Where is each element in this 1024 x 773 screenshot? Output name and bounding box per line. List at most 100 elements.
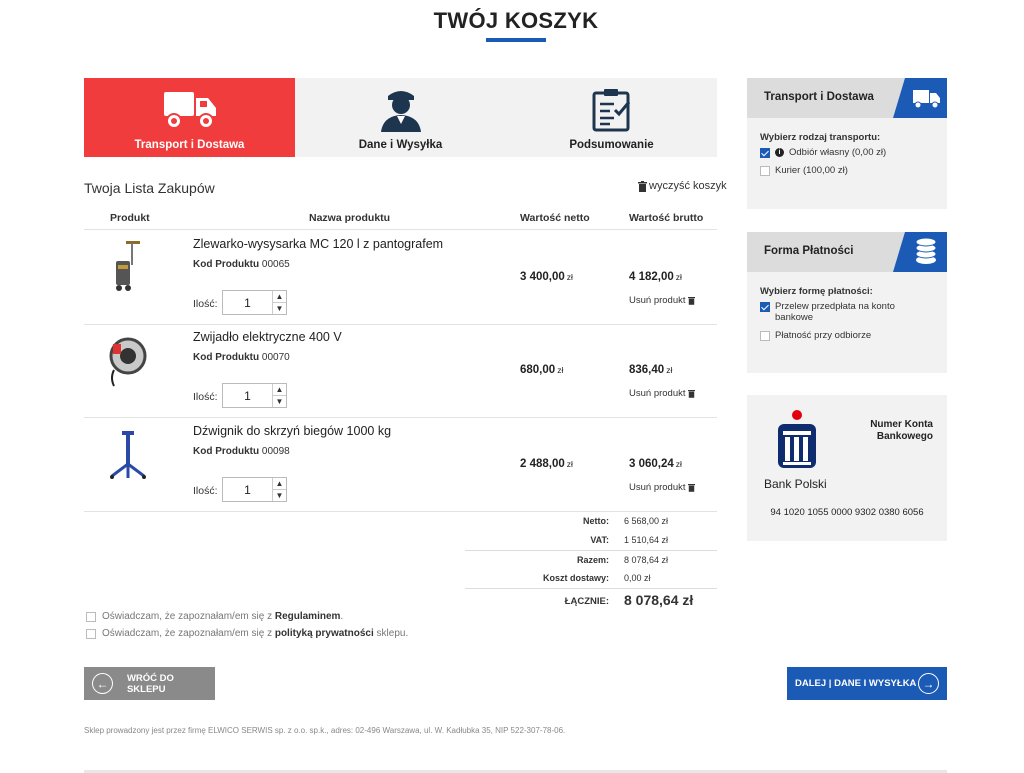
remove-product-link[interactable]: Usuń produkt xyxy=(629,388,695,399)
table-row: Zlewarko-wysysarka MC 120 l z pantografe… xyxy=(84,231,717,325)
consent-privacy: Oświadczam, że zapoznałam/em się z polit… xyxy=(86,628,408,639)
step-transport[interactable]: Transport i Dostawa xyxy=(84,78,295,157)
truck-icon xyxy=(163,92,216,129)
net-total-label: Netto: xyxy=(583,516,609,526)
quantity-stepper[interactable]: ▲▼ xyxy=(222,477,287,502)
bank-info-box: Bank Polski Numer Konta Bankowego 94 102… xyxy=(747,395,947,541)
option-label: Kurier (100,00 zł) xyxy=(775,165,848,176)
product-name[interactable]: Zlewarko-wysysarka MC 120 l z pantografe… xyxy=(193,237,443,251)
remove-product-link[interactable]: Usuń produkt xyxy=(629,295,695,306)
shipping-question: Wybierz rodzaj transportu: xyxy=(760,132,881,143)
quantity-stepper[interactable]: ▲▼ xyxy=(222,383,287,408)
chevron-up-icon[interactable]: ▲ xyxy=(273,384,286,395)
gross-value: 836,40 zł xyxy=(629,364,673,376)
cod-checkbox[interactable] xyxy=(760,331,770,341)
col-product: Produkt xyxy=(110,212,150,224)
qty-label: Ilość: xyxy=(193,391,218,403)
payment-option-transfer[interactable]: Przelew przedpłata na konto bankowe xyxy=(760,301,935,323)
net-value: 2 488,00 zł xyxy=(520,458,573,470)
product-name[interactable]: Dźwignik do skrzyń biegów 1000 kg xyxy=(193,424,391,438)
sum-total: 8 078,64 zł xyxy=(624,555,669,565)
order-totals: Netto: 6 568,00 zł VAT: 1 510,64 zł Razem:… xyxy=(465,512,717,612)
remove-product-link[interactable]: Usuń produkt xyxy=(629,482,695,493)
back-to-shop-button[interactable]: ← WRÓĆ DO SKLEPU xyxy=(84,667,215,700)
privacy-link[interactable]: polityką prywatności xyxy=(275,628,374,639)
gross-value: 3 060,24 zł xyxy=(629,458,682,470)
quantity-input[interactable] xyxy=(223,384,272,407)
quantity-input[interactable] xyxy=(223,478,272,501)
chevron-up-icon[interactable]: ▲ xyxy=(273,478,286,489)
product-image xyxy=(109,337,147,387)
courier-checkbox[interactable] xyxy=(760,166,770,176)
arrow-left-icon: ← xyxy=(92,673,113,694)
product-image xyxy=(110,431,146,479)
payment-option-cod[interactable]: Płatność przy odbiorze xyxy=(760,330,935,341)
grand-total-label: ŁĄCZNIE: xyxy=(564,596,609,607)
qty-label: Ilość: xyxy=(193,298,218,310)
product-code: Kod Produktu 00098 xyxy=(193,446,290,457)
product-name[interactable]: Zwijadło elektryczne 400 V xyxy=(193,330,342,344)
consent-text: Oświadczam, że zapoznałam/em się z Regul… xyxy=(102,611,344,622)
clipboard-icon xyxy=(592,89,630,132)
step-label: Dane i Wysyłka xyxy=(358,139,443,151)
product-image xyxy=(116,241,140,291)
payment-box: Forma Płatności Wybierz formę płatności:… xyxy=(747,232,947,373)
next-step-button[interactable]: DALEJ | DANE I WYSYŁKA → xyxy=(787,667,947,700)
quantity-input[interactable] xyxy=(223,291,272,314)
trash-icon xyxy=(638,180,647,192)
option-label: Płatność przy odbiorze xyxy=(775,330,872,341)
next-button-label: DALEJ | DANE I WYSYŁKA xyxy=(795,678,917,689)
step-label: Transport i Dostawa xyxy=(134,139,245,151)
account-label: Numer Konta Bankowego xyxy=(870,419,933,442)
table-row: Zwijadło elektryczne 400 V Kod Produktu … xyxy=(84,324,717,418)
shipping-cost: 0,00 zł xyxy=(624,573,651,583)
sum-label: Razem: xyxy=(576,555,609,565)
trash-icon xyxy=(687,390,695,398)
pko-logo xyxy=(778,410,816,468)
grand-total: 8 078,64 zł xyxy=(624,592,694,608)
account-number: 94 1020 1055 0000 9302 0380 6056 xyxy=(770,507,924,518)
back-button-label: WRÓĆ DO SKLEPU xyxy=(126,672,174,695)
consent-terms: Oświadczam, że zapoznałam/em się z Regul… xyxy=(86,611,343,622)
title-underline xyxy=(486,38,546,42)
chevron-down-icon[interactable]: ▼ xyxy=(273,302,286,314)
info-icon[interactable]: i xyxy=(775,148,784,157)
net-total: 6 568,00 zł xyxy=(624,516,669,526)
col-name: Nazwa produktu xyxy=(309,212,391,224)
option-label: Odbiór własny (0,00 zł) xyxy=(789,147,887,158)
chevron-down-icon[interactable]: ▼ xyxy=(273,395,286,407)
truck-icon xyxy=(893,78,947,118)
step-dane[interactable]: Dane i Wysyłka xyxy=(295,78,506,157)
cart-title: Twoja Lista Zakupów xyxy=(84,180,215,196)
terms-link[interactable]: Regulaminem xyxy=(275,611,341,622)
transfer-checkbox[interactable] xyxy=(760,302,770,312)
table-row: Dźwignik do skrzyń biegów 1000 kg Kod Pr… xyxy=(84,418,717,512)
table-header: Produkt Nazwa produktu Wartość netto War… xyxy=(84,208,717,230)
payment-box-title: Forma Płatności xyxy=(764,245,854,257)
pickup-checkbox[interactable] xyxy=(760,148,770,158)
payment-question: Wybierz formę płatności: xyxy=(760,286,873,297)
qty-label: Ilość: xyxy=(193,485,218,497)
option-label: Przelew przedpłata na konto bankowe xyxy=(775,301,895,323)
bank-name: Bank Polski xyxy=(764,477,827,491)
footer-company-info: Sklep prowadzony jest przez firmę ELWICO… xyxy=(84,726,566,735)
product-code: Kod Produktu 00070 xyxy=(193,352,290,363)
trash-icon xyxy=(687,297,695,305)
privacy-checkbox[interactable] xyxy=(86,628,96,639)
gross-value: 4 182,00 zł xyxy=(629,271,682,283)
shipping-option-pickup[interactable]: i Odbiór własny (0,00 zł) xyxy=(760,147,935,158)
quantity-stepper[interactable]: ▲▼ xyxy=(222,290,287,315)
col-gross: Wartość brutto xyxy=(629,212,704,224)
chevron-up-icon[interactable]: ▲ xyxy=(273,291,286,302)
consent-text: Oświadczam, że zapoznałam/em się z polit… xyxy=(102,628,409,639)
vat-label: VAT: xyxy=(590,535,609,545)
shipping-cost-label: Koszt dostawy: xyxy=(542,573,609,583)
step-podsumowanie[interactable]: Podsumowanie xyxy=(506,78,717,157)
chevron-down-icon[interactable]: ▼ xyxy=(273,489,286,501)
clear-cart-label: wyczyść koszyk xyxy=(649,180,727,192)
page-title: TWÓJ KOSZYK xyxy=(433,8,599,33)
shipping-option-courier[interactable]: Kurier (100,00 zł) xyxy=(760,165,935,176)
terms-checkbox[interactable] xyxy=(86,611,96,622)
clear-cart-link[interactable]: wyczyść koszyk xyxy=(638,180,727,192)
net-value: 680,00 zł xyxy=(520,364,564,376)
